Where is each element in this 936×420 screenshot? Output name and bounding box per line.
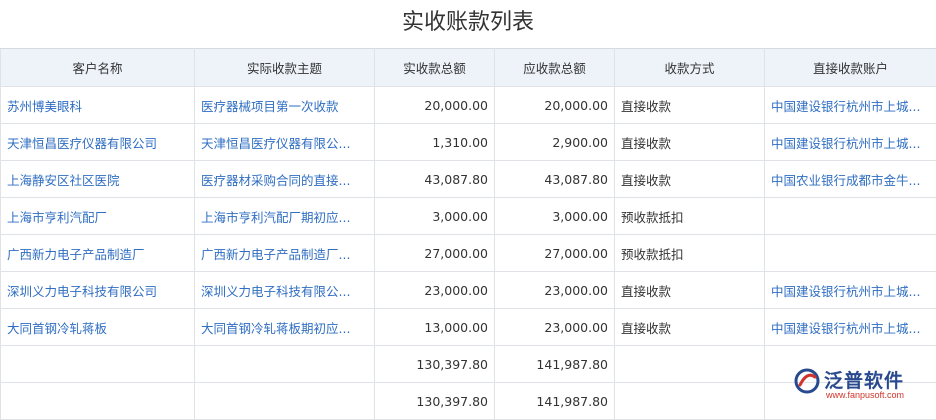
- receivable-amount: 27,000.00: [495, 235, 615, 272]
- table-header-row: 客户名称 实际收款主题 实收款总额 应收款总额 收款方式 直接收款账户: [1, 49, 936, 87]
- customer-link[interactable]: 上海市亨利汽配厂: [1, 198, 195, 235]
- table-row[interactable]: 上海静安区社区医院 医疗器材采购合同的直接... 43,087.80 43,08…: [1, 161, 936, 198]
- logo-url: www.fanpusoft.com: [826, 390, 904, 400]
- table-row[interactable]: 广西新力电子产品制造厂 广西新力电子产品制造厂... 27,000.00 27,…: [1, 235, 936, 272]
- subject-link[interactable]: 深圳义力电子科技有限公...: [195, 272, 375, 309]
- account-link[interactable]: 中国建设银行杭州市上城...: [765, 87, 936, 124]
- receipts-table: 客户名称 实际收款主题 实收款总额 应收款总额 收款方式 直接收款账户 苏州博美…: [0, 48, 936, 420]
- column-header-subject[interactable]: 实际收款主题: [195, 49, 375, 87]
- receivable-amount: 23,000.00: [495, 309, 615, 346]
- payment-method: 直接收款: [615, 272, 765, 309]
- column-header-direct-account[interactable]: 直接收款账户: [765, 49, 936, 87]
- payment-method: 直接收款: [615, 87, 765, 124]
- fanpu-logo-icon: [794, 368, 820, 394]
- total-received-amount: 130,397.80: [375, 346, 495, 383]
- subject-link[interactable]: 天津恒昌医疗仪器有限公...: [195, 124, 375, 161]
- customer-link[interactable]: 广西新力电子产品制造厂: [1, 235, 195, 272]
- account-link[interactable]: 中国建设银行杭州市上城...: [765, 124, 936, 161]
- customer-link[interactable]: 上海静安区社区医院: [1, 161, 195, 198]
- table-row[interactable]: 苏州博美眼科 医疗器械项目第一次收款 20,000.00 20,000.00 直…: [1, 87, 936, 124]
- subject-link[interactable]: 医疗器械项目第一次收款: [195, 87, 375, 124]
- received-amount: 13,000.00: [375, 309, 495, 346]
- total-receivable-amount: 141,987.80: [495, 346, 615, 383]
- subject-link[interactable]: 医疗器材采购合同的直接...: [195, 161, 375, 198]
- column-header-customer[interactable]: 客户名称: [1, 49, 195, 87]
- column-header-payment-method[interactable]: 收款方式: [615, 49, 765, 87]
- received-amount: 1,310.00: [375, 124, 495, 161]
- account-link[interactable]: [765, 198, 936, 235]
- payment-method: 直接收款: [615, 124, 765, 161]
- receivable-amount: 43,087.80: [495, 161, 615, 198]
- payment-method: 预收款抵扣: [615, 198, 765, 235]
- subject-link[interactable]: 广西新力电子产品制造厂...: [195, 235, 375, 272]
- payment-method: 预收款抵扣: [615, 235, 765, 272]
- account-link[interactable]: 中国建设银行杭州市上城...: [765, 272, 936, 309]
- received-amount: 3,000.00: [375, 198, 495, 235]
- subject-link[interactable]: 大同首钢冷轧蒋板期初应...: [195, 309, 375, 346]
- total-empty-cell: [1, 346, 195, 383]
- subject-link[interactable]: 上海市亨利汽配厂期初应...: [195, 198, 375, 235]
- received-amount: 43,087.80: [375, 161, 495, 198]
- received-amount: 23,000.00: [375, 272, 495, 309]
- table-row[interactable]: 上海市亨利汽配厂 上海市亨利汽配厂期初应... 3,000.00 3,000.0…: [1, 198, 936, 235]
- payment-method: 直接收款: [615, 161, 765, 198]
- table-row[interactable]: 深圳义力电子科技有限公司 深圳义力电子科技有限公... 23,000.00 23…: [1, 272, 936, 309]
- total-empty-cell: [615, 346, 765, 383]
- customer-link[interactable]: 深圳义力电子科技有限公司: [1, 272, 195, 309]
- payment-method: 直接收款: [615, 309, 765, 346]
- receivable-amount: 23,000.00: [495, 272, 615, 309]
- receivable-amount: 3,000.00: [495, 198, 615, 235]
- brand-logo: 泛普软件 www.fanpusoft.com: [794, 366, 922, 402]
- account-link[interactable]: [765, 235, 936, 272]
- total-empty-cell: [195, 346, 375, 383]
- logo-brand-name: 泛普软件: [824, 366, 904, 393]
- receivable-amount: 2,900.00: [495, 124, 615, 161]
- account-link[interactable]: 中国建设银行杭州市上城...: [765, 309, 936, 346]
- table-row[interactable]: 天津恒昌医疗仪器有限公司 天津恒昌医疗仪器有限公... 1,310.00 2,9…: [1, 124, 936, 161]
- customer-link[interactable]: 天津恒昌医疗仪器有限公司: [1, 124, 195, 161]
- account-link[interactable]: 中国农业银行成都市金牛...: [765, 161, 936, 198]
- received-amount: 20,000.00: [375, 87, 495, 124]
- received-amount: 27,000.00: [375, 235, 495, 272]
- column-header-received-total[interactable]: 实收款总额: [375, 49, 495, 87]
- receivable-amount: 20,000.00: [495, 87, 615, 124]
- table-row[interactable]: 大同首钢冷轧蒋板 大同首钢冷轧蒋板期初应... 13,000.00 23,000…: [1, 309, 936, 346]
- column-header-receivable-total[interactable]: 应收款总额: [495, 49, 615, 87]
- customer-link[interactable]: 苏州博美眼科: [1, 87, 195, 124]
- page-title: 实收账款列表: [0, 0, 936, 48]
- customer-link[interactable]: 大同首钢冷轧蒋板: [1, 309, 195, 346]
